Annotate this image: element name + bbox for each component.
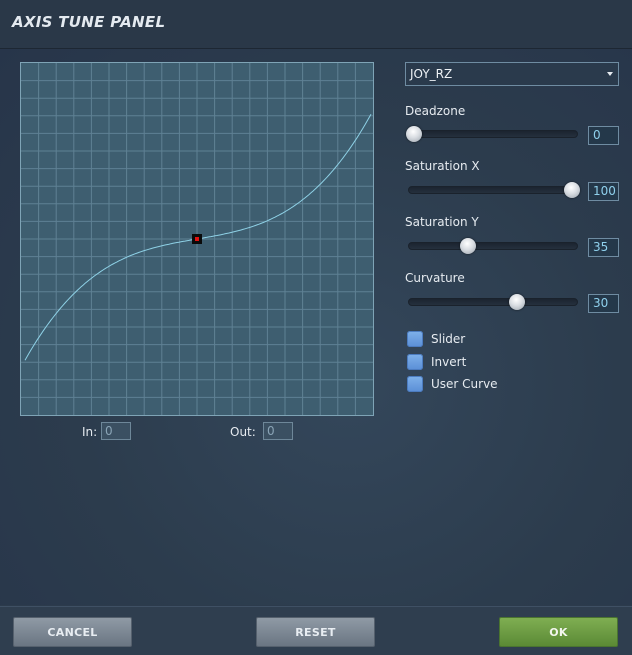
reset-button[interactable]: RESET xyxy=(256,617,375,647)
saturation-x-label: Saturation X xyxy=(405,159,480,173)
out-label: Out: xyxy=(230,425,256,439)
curvature-value-field[interactable]: 30 xyxy=(588,294,619,313)
cancel-button[interactable]: CANCEL xyxy=(13,617,132,647)
saturation-y-label: Saturation Y xyxy=(405,215,479,229)
response-curve-graph[interactable] xyxy=(20,62,374,416)
saturation-y-slider-thumb[interactable] xyxy=(459,238,476,254)
curvature-slider-thumb[interactable] xyxy=(508,294,525,310)
slider-checkbox[interactable] xyxy=(407,331,423,347)
deadzone-label: Deadzone xyxy=(405,104,466,118)
deadzone-slider-thumb[interactable] xyxy=(406,126,423,142)
saturation-x-slider-thumb[interactable] xyxy=(563,182,580,198)
saturation-x-value-field[interactable]: 100 xyxy=(588,182,619,201)
saturation-x-slider[interactable] xyxy=(408,182,580,198)
invert-option-label: Invert xyxy=(431,355,467,369)
deadzone-slider[interactable] xyxy=(406,126,578,142)
deadzone-value-field[interactable]: 0 xyxy=(588,126,619,145)
axis-select[interactable]: JOY_RZ xyxy=(405,62,619,86)
invert-checkbox[interactable] xyxy=(407,354,423,370)
slider-option-label: Slider xyxy=(431,332,466,346)
curve-position-dot xyxy=(195,237,199,241)
title-bar: AXIS TUNE PANEL xyxy=(0,0,632,49)
user-curve-checkbox[interactable] xyxy=(407,376,423,392)
curve-canvas xyxy=(21,63,373,415)
out-value-field: 0 xyxy=(263,422,293,440)
ok-button[interactable]: OK xyxy=(499,617,618,647)
saturation-y-slider[interactable] xyxy=(408,238,578,254)
in-label: In: xyxy=(82,425,98,439)
chevron-down-icon xyxy=(607,72,613,76)
curvature-slider[interactable] xyxy=(408,294,578,310)
in-value-field: 0 xyxy=(101,422,131,440)
axis-select-value: JOY_RZ xyxy=(410,67,453,81)
user-curve-option-label: User Curve xyxy=(431,377,498,391)
saturation-y-value-field[interactable]: 35 xyxy=(588,238,619,257)
panel-title: AXIS TUNE PANEL xyxy=(12,13,166,31)
curvature-label: Curvature xyxy=(405,271,465,285)
